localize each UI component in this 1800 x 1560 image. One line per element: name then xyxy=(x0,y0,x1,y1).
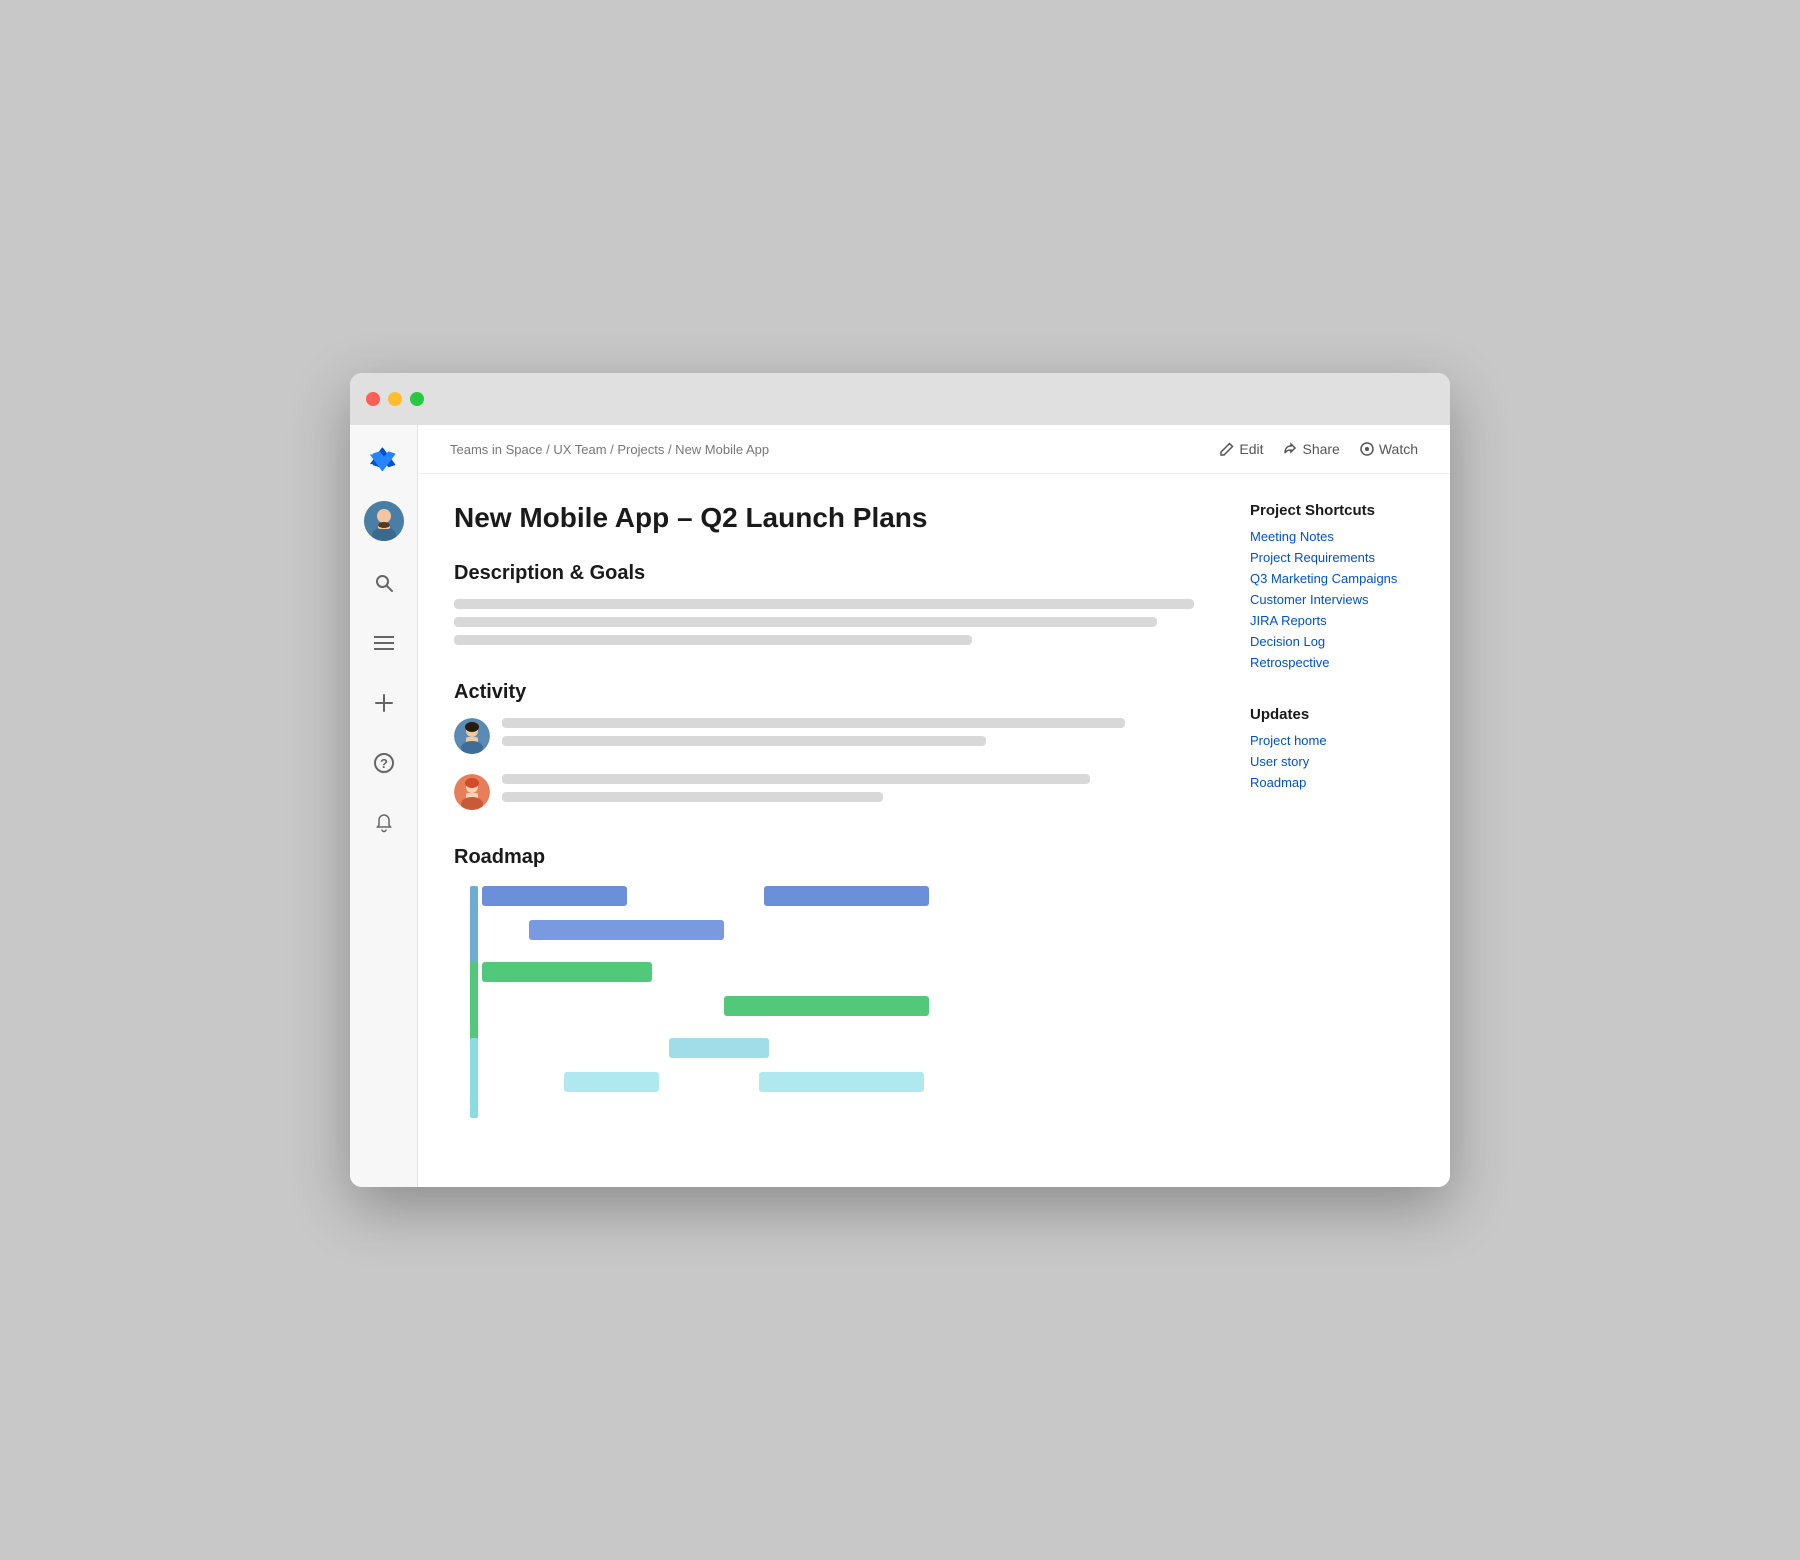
updates-section: Updates Project home User story Roadmap xyxy=(1250,706,1430,790)
watch-button[interactable]: Watch xyxy=(1360,441,1418,457)
link-roadmap[interactable]: Roadmap xyxy=(1250,775,1430,790)
link-meeting-notes[interactable]: Meeting Notes xyxy=(1250,529,1430,544)
roadmap-section: Roadmap xyxy=(454,846,1194,1123)
notification-icon[interactable] xyxy=(366,805,402,841)
topbar: Teams in Space / UX Team / Projects / Ne… xyxy=(418,425,1450,474)
close-button[interactable] xyxy=(366,392,380,406)
menu-icon[interactable] xyxy=(366,625,402,661)
roadmap-row-6 xyxy=(454,1069,1194,1095)
search-icon[interactable] xyxy=(366,565,402,601)
breadcrumb: Teams in Space / UX Team / Projects / Ne… xyxy=(450,442,769,457)
activity-heading: Activity xyxy=(454,681,1194,704)
sidebar: ? xyxy=(350,425,418,1187)
roadmap-row-2 xyxy=(454,917,1194,943)
activity-avatar-1 xyxy=(454,718,490,754)
activity-avatar-2 xyxy=(454,774,490,810)
project-shortcuts-section: Project Shortcuts Meeting Notes Project … xyxy=(1250,502,1430,670)
roadmap-row-3 xyxy=(454,959,1194,985)
main-content: Teams in Space / UX Team / Projects / Ne… xyxy=(418,425,1450,1187)
share-icon xyxy=(1283,442,1297,456)
link-user-story[interactable]: User story xyxy=(1250,754,1430,769)
activity-lines-2 xyxy=(502,774,1194,810)
roadmap-bar-1a xyxy=(482,886,627,906)
help-icon[interactable]: ? xyxy=(366,745,402,781)
titlebar xyxy=(350,373,1450,425)
page-main: New Mobile App – Q2 Launch Plans Descrip… xyxy=(418,474,1230,1187)
roadmap-bar-4 xyxy=(724,996,929,1016)
link-retrospective[interactable]: Retrospective xyxy=(1250,655,1430,670)
activity-lines-1 xyxy=(502,718,1194,754)
description-section: Description & Goals xyxy=(454,562,1194,645)
roadmap-bar-6a xyxy=(564,1072,659,1092)
activity-section: Activity xyxy=(454,681,1194,810)
roadmap-bar-1b xyxy=(764,886,929,906)
add-icon[interactable] xyxy=(366,685,402,721)
edit-button[interactable]: Edit xyxy=(1220,441,1263,457)
roadmap-chart xyxy=(454,883,1194,1123)
desc-line-2 xyxy=(454,617,1157,627)
content-area: New Mobile App – Q2 Launch Plans Descrip… xyxy=(418,474,1450,1187)
page-title: New Mobile App – Q2 Launch Plans xyxy=(454,502,1194,534)
desc-line-3 xyxy=(454,635,972,645)
activity-item-1 xyxy=(454,718,1194,754)
roadmap-row-4 xyxy=(454,993,1194,1019)
link-customer-interviews[interactable]: Customer Interviews xyxy=(1250,592,1430,607)
link-decision-log[interactable]: Decision Log xyxy=(1250,634,1430,649)
page-sidebar: Project Shortcuts Meeting Notes Project … xyxy=(1230,474,1450,1187)
roadmap-bar-2 xyxy=(529,920,724,940)
roadmap-row-1 xyxy=(454,883,1194,909)
watch-icon xyxy=(1360,442,1374,456)
link-project-home[interactable]: Project home xyxy=(1250,733,1430,748)
roadmap-heading: Roadmap xyxy=(454,846,1194,869)
maximize-button[interactable] xyxy=(410,392,424,406)
description-heading: Description & Goals xyxy=(454,562,1194,585)
confluence-logo[interactable] xyxy=(366,441,402,477)
topbar-actions: Edit Share Watch xyxy=(1220,441,1418,457)
roadmap-bar-3a xyxy=(482,962,652,982)
roadmap-bar-6b xyxy=(759,1072,924,1092)
desc-line-1 xyxy=(454,599,1194,609)
roadmap-row-5 xyxy=(454,1035,1194,1061)
project-shortcuts-heading: Project Shortcuts xyxy=(1250,502,1430,519)
link-project-requirements[interactable]: Project Requirements xyxy=(1250,550,1430,565)
link-q3-marketing[interactable]: Q3 Marketing Campaigns xyxy=(1250,571,1430,586)
roadmap-bar-5 xyxy=(669,1038,769,1058)
updates-heading: Updates xyxy=(1250,706,1430,723)
link-jira-reports[interactable]: JIRA Reports xyxy=(1250,613,1430,628)
share-button[interactable]: Share xyxy=(1283,441,1339,457)
edit-icon xyxy=(1220,442,1234,456)
app-body: ? Teams in Space / UX Team / Projects / … xyxy=(350,425,1450,1187)
user-avatar[interactable] xyxy=(364,501,404,541)
svg-text:?: ? xyxy=(380,756,388,771)
app-window: ? Teams in Space / UX Team / Projects / … xyxy=(350,373,1450,1187)
activity-item-2 xyxy=(454,774,1194,810)
minimize-button[interactable] xyxy=(388,392,402,406)
